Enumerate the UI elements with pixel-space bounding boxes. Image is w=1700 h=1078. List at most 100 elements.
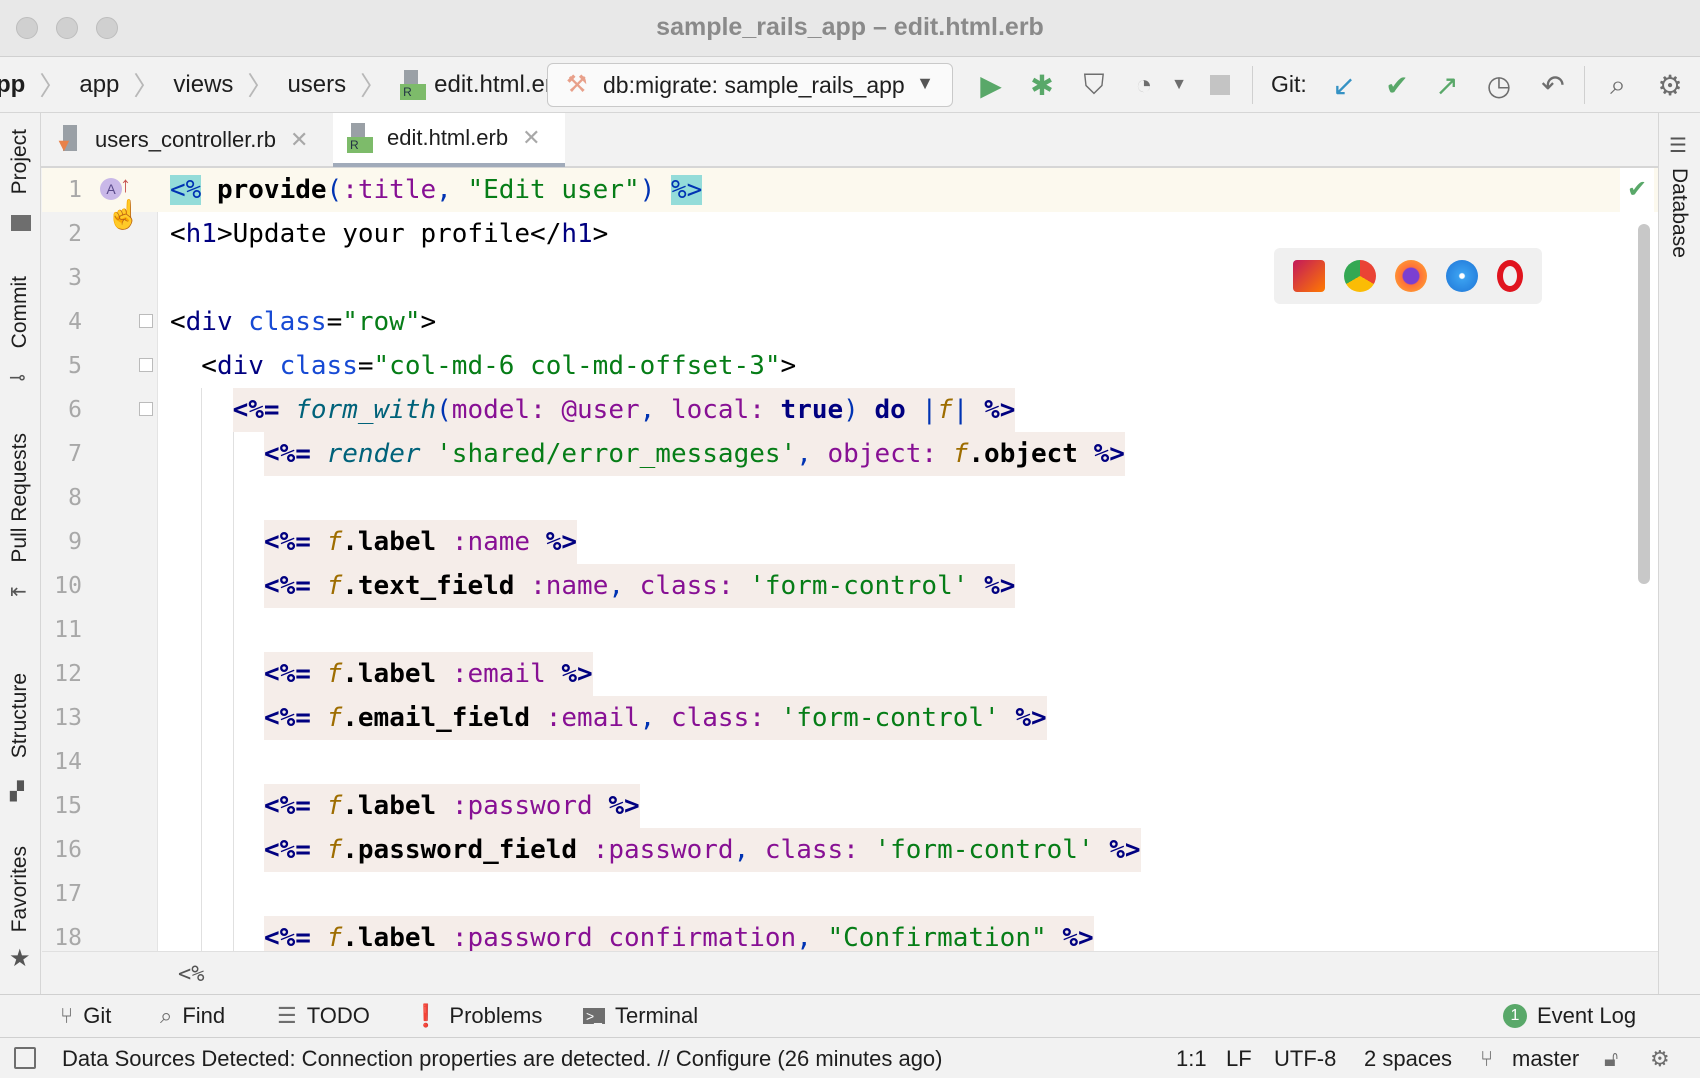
tool-terminal[interactable]: >_ Terminal bbox=[583, 1003, 698, 1029]
code-token: :name bbox=[451, 527, 546, 557]
editor-breadcrumb[interactable]: <% bbox=[42, 951, 1658, 994]
run-icon[interactable]: ▶ bbox=[974, 68, 1008, 102]
breadcrumb-users[interactable]: users bbox=[287, 71, 346, 99]
tool-window-structure[interactable]: Structure bbox=[8, 673, 32, 758]
code-line[interactable]: 7 <%= render 'shared/error_messages', obj… bbox=[42, 432, 1658, 476]
code-line[interactable]: 16 <%= f.password_field :password, class:… bbox=[42, 828, 1658, 872]
git-branch[interactable]: master bbox=[1512, 1046, 1579, 1072]
code-line[interactable]: 12 <%= f.label :email %> bbox=[42, 652, 1658, 696]
close-tab-icon[interactable]: ✕ bbox=[522, 125, 540, 151]
line-number: 8 bbox=[68, 485, 82, 511]
inspection-ok-icon[interactable]: ✔ bbox=[1620, 168, 1654, 212]
file-encoding[interactable]: UTF-8 bbox=[1274, 1046, 1336, 1072]
git-push-icon[interactable]: ↗ bbox=[1430, 68, 1464, 102]
code-line[interactable]: 11 bbox=[42, 608, 1658, 652]
vertical-scrollbar[interactable] bbox=[1638, 224, 1650, 584]
code-line[interactable]: 15 <%= f.label :password %> bbox=[42, 784, 1658, 828]
tool-event-log[interactable]: 1 Event Log bbox=[1503, 1003, 1636, 1029]
status-message[interactable]: Data Sources Detected: Connection proper… bbox=[62, 1046, 943, 1072]
caret-position[interactable]: 1:1 bbox=[1176, 1046, 1207, 1072]
git-icon: ⑂ bbox=[60, 1003, 74, 1028]
line-number: 18 bbox=[54, 925, 82, 951]
ruby-file-icon: ▼ bbox=[55, 125, 81, 155]
code-token: <%= bbox=[232, 395, 280, 425]
search-icon[interactable]: ⌕ bbox=[1601, 68, 1635, 102]
chevron-down-icon[interactable]: ▼ bbox=[1162, 68, 1196, 102]
tool-todo[interactable]: ☰ TODO bbox=[277, 1003, 370, 1029]
fold-marker-icon[interactable] bbox=[139, 358, 153, 372]
line-number: 15 bbox=[54, 793, 82, 819]
code-token: do bbox=[874, 395, 906, 425]
line-number: 5 bbox=[68, 353, 82, 379]
breadcrumb: pp 〉 app 〉 views 〉 users 〉 R edit.html.erb bbox=[0, 66, 566, 103]
tab-edit-html-erb[interactable]: R edit.html.erb ✕ bbox=[333, 113, 565, 167]
line-number: 4 bbox=[68, 309, 82, 335]
lock-icon[interactable]: 🔓︎ bbox=[1604, 1046, 1618, 1072]
code-token: <%= bbox=[263, 923, 311, 951]
chrome-icon[interactable] bbox=[1344, 260, 1377, 292]
breadcrumb-app[interactable]: app bbox=[79, 71, 119, 99]
debug-icon[interactable]: ✱ bbox=[1025, 68, 1059, 102]
tool-git[interactable]: ⑂ Git bbox=[60, 1003, 111, 1029]
tab-users-controller[interactable]: ▼ users_controller.rb ✕ bbox=[41, 113, 331, 167]
code-line[interactable]: 1 <% provide(:title, "Edit user") %> bbox=[42, 168, 1658, 212]
tool-window-pull-requests[interactable]: Pull Requests bbox=[8, 433, 32, 563]
toggle-tool-windows-icon[interactable] bbox=[14, 1047, 36, 1069]
code-token: class bbox=[248, 307, 327, 337]
search-icon: ⌕ bbox=[160, 1003, 173, 1028]
code-token: = bbox=[326, 307, 343, 337]
code-token: :password_confirmation bbox=[451, 923, 797, 951]
history-icon[interactable]: ◷ bbox=[1482, 68, 1516, 102]
tool-problems[interactable]: ❗ Problems bbox=[412, 1003, 542, 1029]
run-configuration-select[interactable]: ⚒ db:migrate: sample_rails_app ▼ bbox=[547, 63, 953, 107]
tool-window-project[interactable]: Project bbox=[8, 129, 32, 194]
code-token: .object bbox=[968, 439, 1094, 469]
code-token: f bbox=[326, 659, 343, 689]
close-tab-icon[interactable]: ✕ bbox=[290, 127, 308, 153]
code-line[interactable]: 8 bbox=[42, 476, 1658, 520]
line-number: 13 bbox=[54, 705, 82, 731]
tool-label: Git bbox=[83, 1003, 112, 1028]
coverage-icon[interactable]: ⛉ bbox=[1077, 68, 1111, 102]
code-token: :email bbox=[451, 659, 562, 689]
tool-window-commit[interactable]: Commit bbox=[8, 276, 32, 348]
opera-icon[interactable] bbox=[1496, 260, 1523, 292]
code-line[interactable]: 5 <div class="col-md-6 col-md-offset-3"> bbox=[42, 344, 1658, 388]
gear-icon[interactable]: ⚙ bbox=[1653, 68, 1687, 102]
fold-marker-icon[interactable] bbox=[139, 314, 153, 328]
profile-icon[interactable]: ◔ bbox=[1127, 68, 1161, 102]
rubymine-icon[interactable] bbox=[1293, 260, 1326, 292]
code-line[interactable]: 13 <%= f.email_field :email, class: 'form… bbox=[42, 696, 1658, 740]
tool-window-favorites[interactable]: Favorites bbox=[8, 846, 32, 932]
inspector-icon[interactable]: ⚙ bbox=[1650, 1046, 1670, 1072]
line-number: 12 bbox=[54, 661, 82, 687]
tool-find[interactable]: ⌕ Find bbox=[160, 1003, 225, 1029]
annotation-icon[interactable]: A bbox=[100, 178, 122, 200]
code-line[interactable]: 14 bbox=[42, 740, 1658, 784]
code-line[interactable]: 6 <%= form_with(model: @user, local: true… bbox=[42, 388, 1658, 432]
hand-cursor-icon: ☝ bbox=[106, 199, 141, 230]
code-line[interactable]: 17 bbox=[42, 872, 1658, 916]
firefox-icon[interactable] bbox=[1394, 260, 1427, 292]
line-ending[interactable]: LF bbox=[1226, 1046, 1252, 1072]
code-line[interactable]: 10 <%= f.text_field :name, class: 'form-c… bbox=[42, 564, 1658, 608]
fold-marker-icon[interactable] bbox=[139, 402, 153, 416]
code-token: f bbox=[326, 835, 343, 865]
indent-setting[interactable]: 2 spaces bbox=[1364, 1046, 1452, 1072]
code-text: <%= f.email_field :email, class: 'form-c… bbox=[263, 696, 1047, 740]
code-line[interactable]: 9 <%= f.label :name %> bbox=[42, 520, 1658, 564]
stop-icon[interactable] bbox=[1210, 75, 1230, 95]
tool-window-database[interactable]: Database bbox=[1667, 168, 1691, 258]
code-line[interactable]: 4 <div class="row"> bbox=[42, 300, 1658, 344]
chevron-right-icon: 〉 bbox=[247, 71, 274, 101]
rollback-icon[interactable]: ↶ bbox=[1536, 68, 1570, 102]
breadcrumb-project[interactable]: pp bbox=[0, 71, 25, 99]
safari-icon[interactable] bbox=[1445, 260, 1478, 292]
git-commit-icon[interactable]: ✔ bbox=[1380, 68, 1414, 102]
breadcrumb-views[interactable]: views bbox=[173, 71, 233, 99]
code-token: @user bbox=[561, 395, 640, 425]
code-token: provide bbox=[216, 175, 327, 205]
code-line[interactable]: 18 <%= f.label :password_confirmation, "C… bbox=[42, 916, 1658, 951]
git-update-icon[interactable]: ↙ bbox=[1327, 68, 1361, 102]
